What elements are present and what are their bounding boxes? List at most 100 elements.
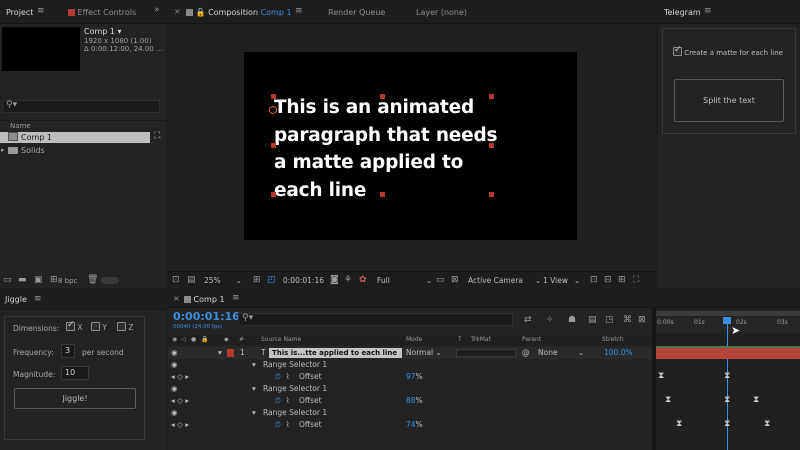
project-item-comp[interactable]: Comp 1 [0,132,150,143]
tab-layer[interactable]: Layer (none) [416,8,467,17]
dim-y-checkbox[interactable]: Y [91,322,107,332]
telegram-title[interactable]: Telegram [664,8,701,17]
keyframe-nav-icon[interactable]: ◂ ◇ ▸ [171,371,189,383]
transform-handle[interactable] [489,94,494,99]
jiggle-button[interactable]: Jiggle! [14,388,136,409]
project-item-solids[interactable]: ▸ Solids [0,145,150,156]
motion-blur-icon[interactable]: ◳ [605,315,614,325]
keyframe-icon[interactable]: ⧗ [665,395,671,405]
toggle-pixel-aspect-icon[interactable]: ⊡ [590,275,598,285]
stopwatch-icon[interactable]: ⏱ [275,395,281,407]
offset-property-row[interactable]: ◂ ◇ ▸ ⏱ ⌇ Offset 97% [168,371,656,383]
stopwatch-icon[interactable]: ⏱ [275,419,281,431]
pickwhip-icon[interactable]: @ [522,347,530,359]
checkbox-x[interactable] [66,320,75,331]
mode-dropdown[interactable]: Normal ⌄ [406,347,450,359]
property-value[interactable]: 74% [406,419,423,431]
mask-visibility-icon[interactable]: ◰ [267,275,276,285]
comp-mini-flowchart-icon[interactable]: ⇄ [524,315,532,325]
magnitude-input[interactable]: 10 [61,366,89,380]
parent-dropdown[interactable]: None ⌄ [538,347,596,359]
chevron-down-icon[interactable]: ▾ [118,27,122,36]
offset-property-row[interactable]: ◂ ◇ ▸ ⏱ ⌇ Offset 74% [168,419,656,431]
layer-name[interactable]: This is...tte applied to each line [269,348,402,358]
viewer-timecode[interactable]: 0:00:01:16 [283,276,324,285]
dim-x-checkbox[interactable]: X [66,320,83,332]
eye-icon[interactable]: ◉ [171,347,178,359]
keyframe-nav-icon[interactable]: ◂ ◇ ▸ [171,395,189,407]
lock-icon[interactable]: 🔓 [196,8,206,17]
stretch-value[interactable]: 100.0% [604,347,633,359]
panel-menu-icon[interactable]: ≡ [232,293,240,303]
panel-menu-icon[interactable]: ≡ [295,6,303,16]
view-layout-dropdown[interactable]: 1 View ⌄ [543,276,580,285]
layer-duration-bar[interactable] [656,348,800,359]
eye-icon[interactable]: ◉ [171,383,178,395]
close-icon[interactable]: × [174,7,181,16]
thumbnail-toggle[interactable] [101,277,119,284]
split-text-button[interactable]: Split the text [674,79,784,122]
current-time-indicator[interactable] [727,318,728,450]
graph-icon[interactable]: ⌇ [286,371,290,383]
transform-handle[interactable] [489,143,494,148]
expand-arrow-icon[interactable]: ▾ [252,359,256,371]
camera-dropdown[interactable]: Active Camera ⌄ [468,276,541,285]
label-color-chip[interactable] [227,349,234,357]
overflow-chevron-icon[interactable]: » [154,5,160,15]
grid-icon[interactable]: ⊞ [253,275,261,285]
always-preview-icon[interactable]: ▤ [187,275,196,285]
tab-render-queue[interactable]: Render Queue [328,8,385,17]
expand-arrow-icon[interactable]: ▸ [1,146,5,154]
bpc-label[interactable]: 8 bpc [58,277,77,285]
panel-menu-icon[interactable]: ≡ [34,294,42,304]
stopwatch-icon[interactable]: ⏱ [275,371,281,383]
trash-icon[interactable]: 🗑 [87,275,98,285]
zoom-dropdown[interactable]: 25% ⌄ [204,276,242,285]
comp-text-block[interactable]: This is an animated paragraph that needs… [274,94,498,204]
property-value[interactable]: 97% [406,371,423,383]
tab-timeline-comp[interactable]: Comp 1 [184,295,225,304]
flowchart-icon[interactable]: ⛶ [633,275,639,285]
eye-icon[interactable]: ◉ [171,407,178,419]
eye-icon[interactable]: ◉ [171,359,178,371]
keyframe-icon[interactable]: ⧗ [753,395,759,405]
keyframe-icon[interactable]: ⧗ [764,419,770,429]
graph-editor-icon[interactable]: ⌘ [623,315,632,325]
anchor-point-icon[interactable] [269,106,277,114]
keyframe-nav-icon[interactable]: ◂ ◇ ▸ [171,419,189,431]
dim-z-checkbox[interactable]: Z [117,322,134,332]
work-area-bar[interactable] [656,311,800,316]
timeline-icon[interactable]: ⊞ [618,275,626,285]
tab-project[interactable]: Project [6,8,33,17]
transform-handle[interactable] [271,192,276,197]
tab-composition[interactable]: 🔓 Composition Comp 1 [186,8,292,17]
playhead-icon[interactable] [723,317,731,324]
trkmat-field[interactable] [456,349,516,357]
checkbox-y[interactable] [91,322,100,331]
matte-checkbox[interactable]: Create a matte for each line [673,45,783,57]
timeline-timecode[interactable]: 0:00:01:16 [173,310,240,323]
transform-handle[interactable] [271,94,276,99]
range-selector-row[interactable]: ◉ ▾ Range Selector 1 [168,383,656,395]
property-value[interactable]: 88% [406,395,423,407]
resolution-dropdown[interactable]: Full ⌄ [377,276,432,285]
expand-arrow-icon[interactable]: ▾ [252,383,256,395]
render-icon[interactable]: ⊠ [638,315,646,325]
range-selector-row[interactable]: ◉ ▾ Range Selector 1 [168,359,656,371]
expand-arrow-icon[interactable]: ▾ [218,347,222,359]
transform-handle[interactable] [380,192,385,197]
transform-handle[interactable] [489,192,494,197]
frequency-input[interactable]: 3 [61,344,75,358]
snapshot-icon[interactable]: ◙ [330,275,339,285]
panel-menu-icon[interactable]: ≡ [704,6,712,16]
keyframe-icon[interactable]: ⧗ [658,371,664,381]
comp-canvas[interactable]: This is an animated paragraph that needs… [244,52,577,240]
region-of-interest-icon[interactable]: ▭ [436,275,445,285]
magnifier-icon[interactable]: ⊡ [172,275,180,285]
project-search[interactable]: ⚲▾ [2,100,160,113]
checkbox-z[interactable] [117,322,126,331]
close-icon[interactable]: × [173,294,180,303]
keyframe-icon[interactable]: ⧗ [724,395,730,405]
keyframe-icon[interactable]: ⧗ [676,419,682,429]
frame-blending-icon[interactable]: ▤ [588,315,597,325]
